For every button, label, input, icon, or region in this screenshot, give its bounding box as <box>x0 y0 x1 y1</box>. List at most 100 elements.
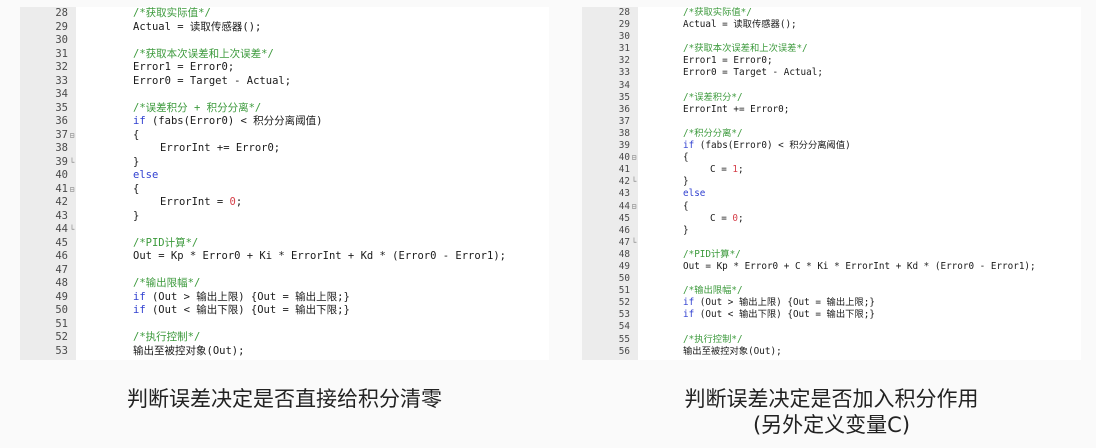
code-lines: 28 /*获取实际值*/ 29 Actual = 读取传感器(); 30 31 /*获取本次… <box>582 7 1081 358</box>
fold-collapse-icon[interactable]: ⊟ <box>630 201 638 213</box>
code-editor-left[interactable]: 28 /*获取实际值*/ 29 Actual = 读取传感器(); 30 31 /*获取本次… <box>20 7 549 360</box>
line-number: 33 <box>618 67 630 79</box>
line-number: 49 <box>55 290 68 303</box>
line-number: 51 <box>55 317 68 330</box>
code-line: 47 <box>20 264 549 278</box>
code-text: } <box>133 210 139 224</box>
code-comment: /*PID计算*/ <box>683 248 741 260</box>
code-line: 36 if (fabs(Error0) < 积分分离阈值) <box>20 115 549 129</box>
code-text: /*积分分离*/ <box>683 128 743 140</box>
fold-collapse-icon[interactable]: ⊟ <box>68 183 76 197</box>
code-editor-right[interactable]: 28 /*获取实际值*/ 29 Actual = 读取传感器(); 30 31 /*获取本次… <box>582 7 1081 360</box>
code-token: Error1 = Error0; <box>683 55 773 67</box>
code-token: (fabs(Error0) < 积分分离阈值) <box>145 115 323 127</box>
line-number: 48 <box>55 277 68 289</box>
code-text: /*执行控制*/ <box>133 331 200 345</box>
line-number: 31 <box>55 47 68 60</box>
code-token: } <box>133 209 140 222</box>
code-text: ErrorInt = 0; <box>133 196 242 210</box>
line-number: 43 <box>55 209 68 222</box>
code-line: 48 /*PID计算*/ <box>582 249 1081 261</box>
line-number: 30 <box>55 34 68 46</box>
code-line: 29 Actual = 读取传感器(); <box>582 19 1081 31</box>
code-text: Error1 = Error0; <box>133 61 234 75</box>
code-text: Error0 = Target - Actual; <box>683 67 823 79</box>
code-token: { <box>683 200 689 212</box>
code-text: if (Out > 输出上限) {Out = 输出上限;} <box>683 297 875 309</box>
code-line: 54 <box>582 321 1081 333</box>
code-line: 47 └ <box>582 237 1081 249</box>
line-number: 38 <box>618 127 630 139</box>
code-text: /*获取实际值*/ <box>133 7 211 21</box>
code-token: Out = Kp * Error0 + Ki * ErrorInt + Kd *… <box>133 250 506 262</box>
code-line: 53 if (Out < 输出下限) {Out = 输出下限;} <box>582 309 1081 321</box>
fold-collapse-icon[interactable]: ⊟ <box>68 129 76 143</box>
line-number: 40 <box>618 152 630 164</box>
code-line: 34 <box>582 80 1081 92</box>
left-caption: 判断误差决定是否直接给积分清零 <box>20 386 549 412</box>
code-text: if (Out < 输出下限) {Out = 输出下限;} <box>133 304 350 318</box>
code-line: 49 Out = Kp * Error0 + C * Ki * ErrorInt … <box>582 261 1081 273</box>
code-line: 28 /*获取实际值*/ <box>20 7 549 21</box>
line-number: 43 <box>618 188 630 200</box>
code-line: 29 Actual = 读取传感器(); <box>20 21 549 35</box>
line-number: 42 <box>55 196 68 208</box>
code-line: 33 Error0 = Target - Actual; <box>582 67 1081 79</box>
code-line: 45 C = 0; <box>582 213 1081 225</box>
line-number: 28 <box>55 7 68 19</box>
line-number: 46 <box>618 224 630 236</box>
code-text: else <box>133 169 158 183</box>
line-number: 52 <box>618 297 630 309</box>
fold-end-marker-icon: └ <box>631 177 637 187</box>
code-keyword: if <box>683 309 695 321</box>
line-number: 38 <box>55 142 68 154</box>
line-number: 50 <box>618 273 630 285</box>
code-line: 31 /*获取本次误差和上次误差*/ <box>20 48 549 62</box>
code-comment: /*积分分离*/ <box>683 127 743 139</box>
code-line: 46} <box>582 225 1081 237</box>
code-line: 48 /*输出限幅*/ <box>20 277 549 291</box>
code-text: if (fabs(Error0) < 积分分离阈值) <box>133 115 322 129</box>
code-text: /*获取本次误差和上次误差*/ <box>683 43 808 55</box>
line-number: 49 <box>618 260 630 272</box>
code-line: 51 /*输出限幅*/ <box>582 285 1081 297</box>
code-text: Actual = 读取传感器(); <box>133 21 261 35</box>
code-text: if (fabs(Error0) < 积分分离阈值) <box>683 140 851 152</box>
code-line: 39 if (fabs(Error0) < 积分分离阈值) <box>582 140 1081 152</box>
code-line: 44 └ <box>20 223 549 237</box>
code-comment: /*获取实际值*/ <box>683 7 752 18</box>
code-token: (Out < 输出下限) {Out = 输出下限;} <box>145 304 350 316</box>
right-caption-line-1: 判断误差决定是否加入积分作用 <box>684 387 979 411</box>
code-token: ErrorInt += Error0; <box>160 142 281 154</box>
code-line: 33 Error0 = Target - Actual; <box>20 75 549 89</box>
line-number: 34 <box>55 88 68 100</box>
code-comment: /*获取本次误差和上次误差*/ <box>133 47 274 60</box>
code-token: C = <box>710 212 733 224</box>
fold-collapse-icon[interactable]: ⊟ <box>630 152 638 164</box>
line-number: 45 <box>55 236 68 249</box>
line-number: 32 <box>618 55 630 67</box>
code-keyword: if <box>683 140 695 152</box>
line-number: 56 <box>618 345 630 357</box>
code-text: /*PID计算*/ <box>133 237 198 251</box>
code-line: 36 ErrorInt += Error0; <box>582 104 1081 116</box>
code-line: 28 /*获取实际值*/ <box>582 7 1081 19</box>
code-text: /*输出限幅*/ <box>683 285 743 297</box>
fold-end-marker-icon: └ <box>69 157 75 167</box>
line-number: 41 <box>618 164 630 176</box>
line-number: 41 <box>55 182 68 195</box>
code-token: ErrorInt += Error0; <box>683 103 790 115</box>
line-number: 39 <box>618 140 630 152</box>
code-line: 50 if (Out < 输出下限) {Out = 输出下限;} <box>20 304 549 318</box>
code-line: 37 ⊟ { <box>20 129 549 143</box>
code-line: 51 <box>20 318 549 332</box>
code-text: /*误差积分 + 积分分离*/ <box>133 102 261 116</box>
code-line: 32 Error1 = Error0; <box>20 61 549 75</box>
line-number: 33 <box>55 74 68 87</box>
code-keyword: if <box>133 290 146 303</box>
code-line: 39 └} <box>20 156 549 170</box>
code-text: /*执行控制*/ <box>683 334 743 346</box>
code-token: ; <box>235 196 243 208</box>
code-keyword: else <box>133 169 159 181</box>
line-number: 42 <box>618 176 630 188</box>
